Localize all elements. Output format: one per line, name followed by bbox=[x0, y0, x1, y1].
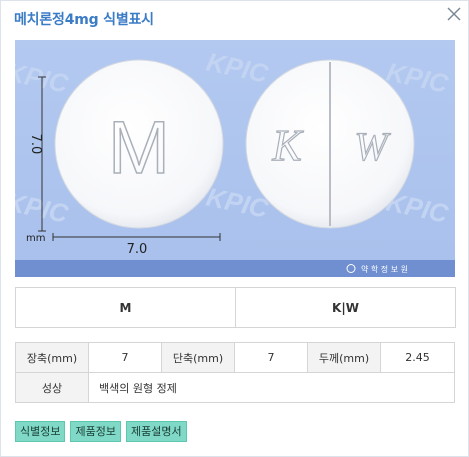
dialog-title: 메치론정4mg 식별표시 bbox=[14, 12, 154, 28]
close-icon[interactable] bbox=[445, 5, 463, 23]
front-marking: M bbox=[119, 300, 132, 315]
appearance-label: 성상 bbox=[15, 372, 89, 403]
right-pill-imprint-right: W bbox=[354, 124, 391, 169]
spec-table: 장축(mm) 7 단축(mm) 7 두께(mm) 2.45 성상 백색의 원형 … bbox=[15, 342, 455, 403]
product-info-button[interactable]: 제품정보 bbox=[70, 421, 121, 442]
identification-table: M K|W bbox=[15, 287, 456, 328]
back-marking: K|W bbox=[235, 288, 455, 327]
table-row: 성상 백색의 원형 정제 bbox=[15, 372, 455, 403]
table-row: 장축(mm) 7 단축(mm) 7 두께(mm) 2.45 bbox=[15, 342, 455, 373]
long-axis-label: 장축(mm) bbox=[15, 342, 89, 373]
thickness-label: 두께(mm) bbox=[307, 342, 381, 373]
short-axis-value: 7 bbox=[234, 342, 308, 373]
right-pill-imprint-left: K bbox=[271, 121, 304, 170]
product-leaflet-button[interactable]: 제품설명서 bbox=[125, 421, 187, 442]
unit-label: mm bbox=[26, 233, 45, 244]
pill-photo: KPIC KPIC KPIC KPIC KPIC KPIC 약 학 정 보 원 … bbox=[15, 40, 455, 277]
left-pill-imprint: M bbox=[108, 106, 170, 189]
appearance-value: 백색의 원형 정제 bbox=[88, 372, 455, 403]
vertical-dimension: 7.0 bbox=[28, 134, 43, 155]
thickness-value: 2.45 bbox=[380, 342, 455, 373]
id-info-button[interactable]: 식별정보 bbox=[15, 421, 66, 442]
short-axis-label: 단축(mm) bbox=[161, 342, 235, 373]
horizontal-dimension: 7.0 bbox=[127, 242, 148, 257]
button-bar: 식별정보 제품정보 제품설명서 bbox=[15, 421, 187, 442]
logo-text: 약 학 정 보 원 bbox=[361, 264, 408, 274]
long-axis-value: 7 bbox=[88, 342, 162, 373]
